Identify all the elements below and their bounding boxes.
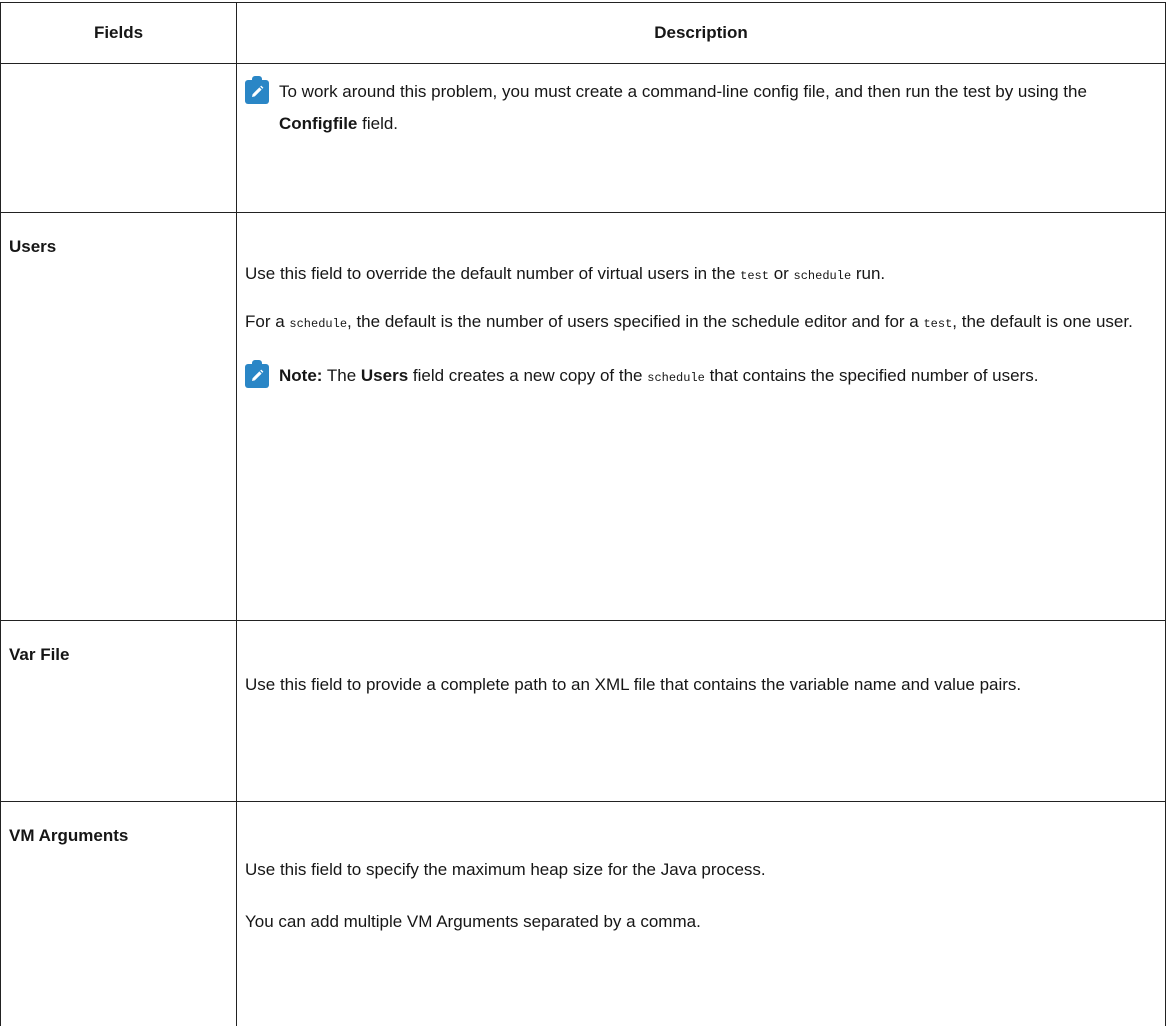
workaround-text-2: field.: [357, 114, 398, 133]
field-cell-empty: [1, 64, 237, 213]
text: The: [322, 366, 360, 385]
fields-table: Fields Description To work around this p…: [0, 2, 1166, 1026]
code-schedule: schedule: [289, 317, 347, 331]
text: that contains the specified number of us…: [705, 366, 1039, 385]
configfile-label: Configfile: [279, 114, 357, 133]
workaround-text-1: To work around this problem, you must cr…: [279, 82, 1087, 101]
field-users: Users: [1, 213, 237, 621]
users-paragraph-1: Use this field to override the default n…: [245, 258, 1149, 292]
description-cell: Use this field to override the default n…: [237, 213, 1166, 621]
field-vm-arguments: VM Arguments: [1, 802, 237, 1026]
table-row: Users Use this field to override the def…: [1, 213, 1166, 621]
description-cell: Use this field to specify the maximum he…: [237, 802, 1166, 1026]
vmargs-paragraph-2: You can add multiple VM Arguments separa…: [245, 906, 1149, 938]
code-schedule: schedule: [794, 269, 852, 283]
note-label: Note:: [279, 366, 322, 385]
varfile-paragraph: Use this field to provide a complete pat…: [245, 669, 1149, 701]
text: run.: [851, 264, 885, 283]
text: For a: [245, 312, 289, 331]
code-schedule: schedule: [647, 371, 705, 385]
users-note: Note: The Users field creates a new copy…: [245, 360, 1149, 394]
header-fields: Fields: [1, 3, 237, 64]
vmargs-paragraph-1: Use this field to specify the maximum he…: [245, 854, 1149, 886]
note-pencil-icon: [245, 80, 269, 104]
field-var-file: Var File: [1, 621, 237, 802]
note-pencil-icon: [245, 364, 269, 388]
table-row: VM Arguments Use this field to specify t…: [1, 802, 1166, 1026]
table-row: To work around this problem, you must cr…: [1, 64, 1166, 213]
header-description: Description: [237, 3, 1166, 64]
text: or: [769, 264, 794, 283]
workaround-note: To work around this problem, you must cr…: [245, 76, 1149, 140]
code-test: test: [923, 317, 952, 331]
text: , the default is one user.: [952, 312, 1133, 331]
users-paragraph-2: For a schedule, the default is the numbe…: [245, 306, 1149, 340]
description-cell: Use this field to provide a complete pat…: [237, 621, 1166, 802]
description-cell: To work around this problem, you must cr…: [237, 64, 1166, 213]
text: Use this field to override the default n…: [245, 264, 740, 283]
code-test: test: [740, 269, 769, 283]
table-row: Var File Use this field to provide a com…: [1, 621, 1166, 802]
text: field creates a new copy of the: [408, 366, 647, 385]
table-header-row: Fields Description: [1, 3, 1166, 64]
users-label: Users: [361, 366, 408, 385]
users-note-text: Note: The Users field creates a new copy…: [279, 360, 1038, 394]
workaround-text: To work around this problem, you must cr…: [279, 76, 1149, 140]
text: , the default is the number of users spe…: [347, 312, 923, 331]
